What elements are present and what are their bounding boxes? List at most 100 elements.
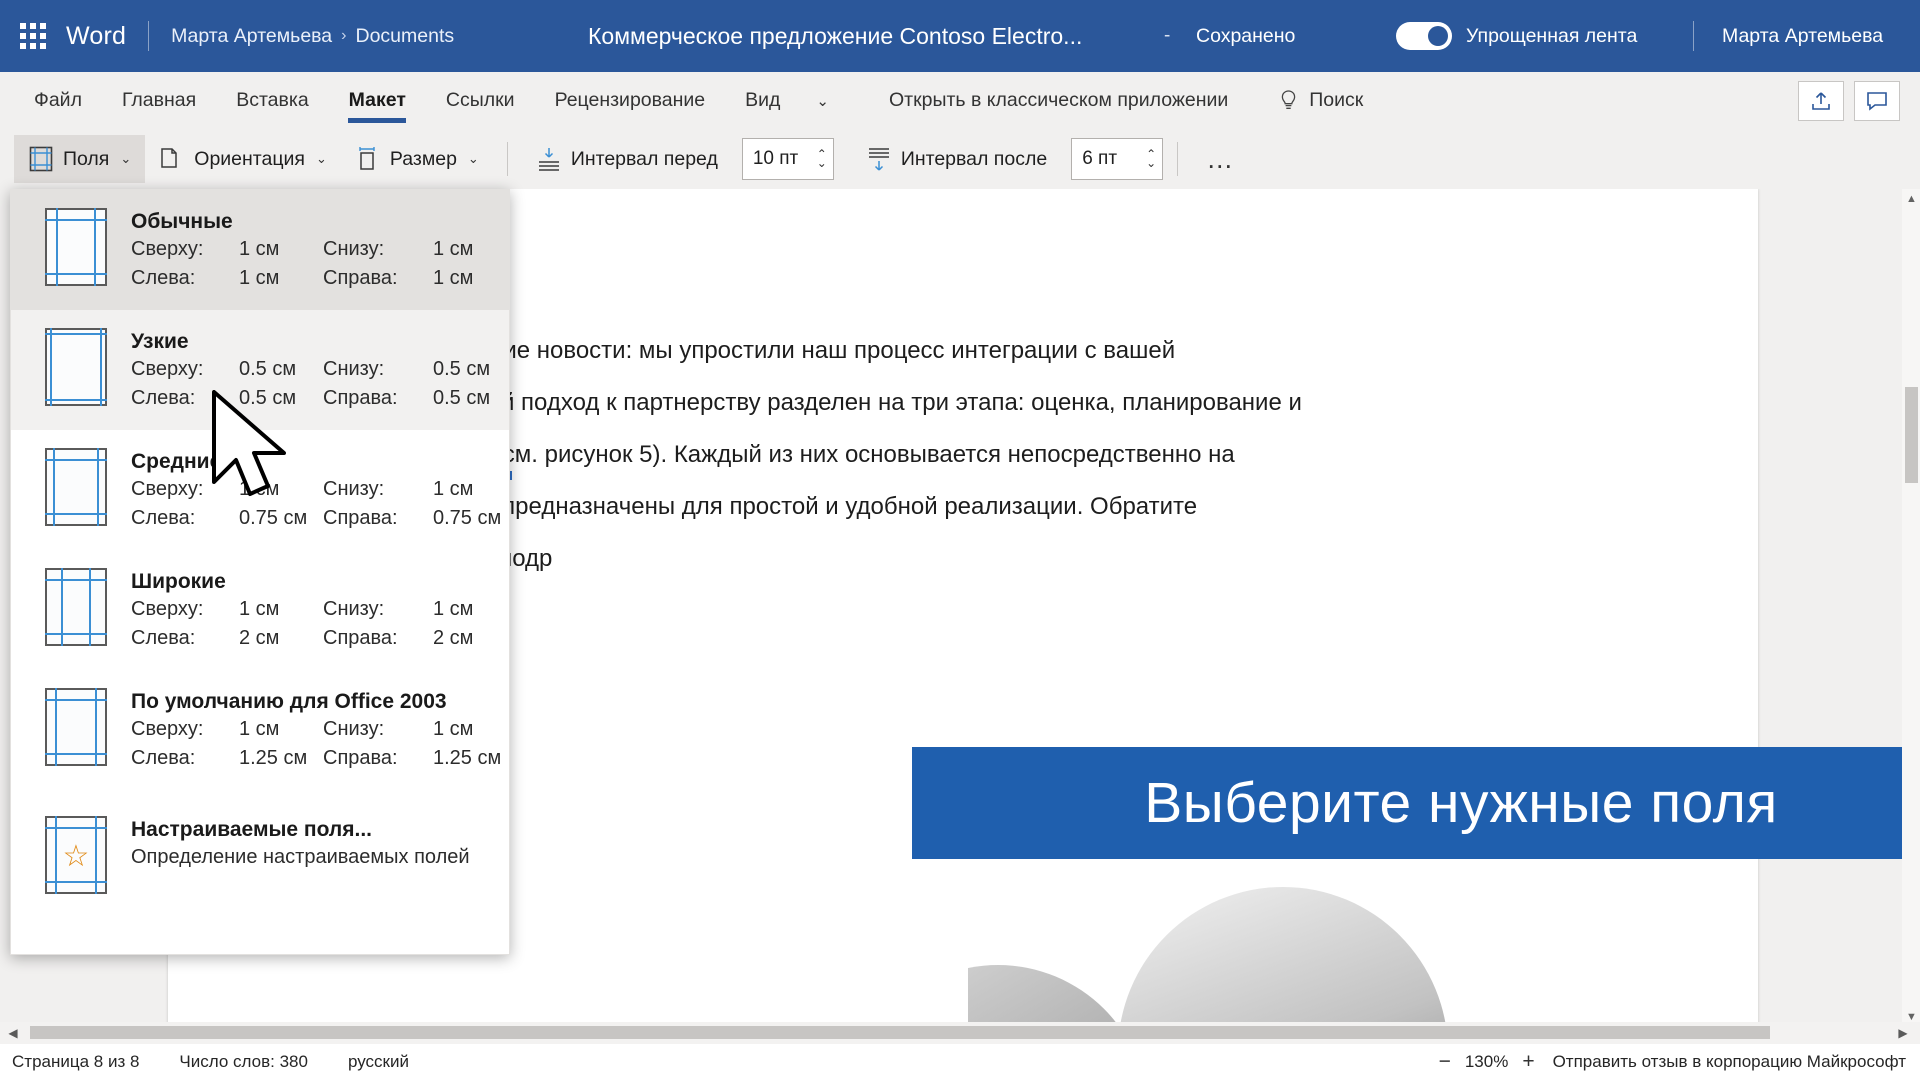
app-launcher-button[interactable] — [0, 23, 66, 49]
margin-right-value: 2 см — [433, 626, 474, 649]
breadcrumb: Марта Артемьева › Documents — [149, 25, 454, 48]
zoom-control[interactable]: − 130% + — [1439, 1050, 1535, 1074]
margin-option-normal[interactable]: Обычные Сверху: 1 см Снизу: 1 см Слева: … — [11, 190, 509, 311]
horizontal-scroll-thumb[interactable] — [30, 1026, 1770, 1039]
chevron-right-icon: › — [341, 27, 347, 44]
more-tabs-chevron-down-icon[interactable]: ⌄ — [800, 72, 845, 129]
comments-button[interactable] — [1854, 80, 1900, 121]
tab-layout[interactable]: Макет — [329, 72, 426, 129]
document-title[interactable]: Коммерческое предложение Contoso Electro… — [588, 23, 1082, 50]
tab-file[interactable]: Файл — [14, 72, 102, 129]
space-after-control[interactable]: Интервал после — [852, 135, 1061, 183]
margin-top-key: Сверху: — [131, 358, 204, 381]
margin-top-value: 1 см — [239, 598, 280, 621]
margin-bottom-key: Снизу: — [323, 358, 385, 381]
spinner-arrows-icon[interactable]: ⌃ ⌄ — [1146, 148, 1156, 169]
space-before-icon — [538, 148, 559, 171]
account-name[interactable]: Марта Артемьева — [1722, 25, 1883, 48]
vertical-scrollbar[interactable]: ▲ ▼ — [1902, 189, 1920, 1027]
margin-row-left-right: Слева: 2 см Справа: 2 см — [131, 624, 473, 652]
orientation-button[interactable]: Ориентация ⌄ — [145, 135, 341, 183]
breadcrumb-folder[interactable]: Documents — [355, 25, 454, 48]
scroll-left-arrow-icon[interactable]: ◀ — [0, 1026, 26, 1040]
app-name[interactable]: Word — [66, 22, 148, 51]
margin-top-key: Сверху: — [131, 238, 204, 261]
share-icon — [1812, 91, 1830, 110]
size-button[interactable]: Размер ⌄ — [341, 135, 493, 183]
margin-row-left-right: Слева: 1 см Справа: 1 см — [131, 264, 473, 292]
margin-option-text: Узкие Сверху: 0.5 см Снизу: 0.5 см Слева… — [131, 328, 490, 412]
margin-preview-wide-icon — [45, 568, 107, 647]
save-status[interactable]: Сохранено — [1196, 25, 1295, 48]
title-dash: - — [1164, 25, 1171, 46]
space-after-value: 6 пт — [1082, 148, 1118, 169]
zoom-level[interactable]: 130% — [1465, 1052, 1508, 1072]
zoom-out-button[interactable]: − — [1439, 1050, 1451, 1074]
margin-right-value: 0.75 см — [433, 506, 502, 529]
breadcrumb-user[interactable]: Марта Артемьева — [171, 25, 332, 48]
vertical-scroll-thumb[interactable] — [1905, 387, 1918, 483]
space-before-label: Интервал перед — [570, 147, 718, 170]
document-image — [968, 879, 1728, 1027]
scroll-right-arrow-icon[interactable]: ▶ — [1890, 1026, 1916, 1040]
margin-bottom-value: 1 см — [433, 478, 474, 501]
toolbar-divider — [506, 142, 508, 176]
space-after-spinner[interactable]: 6 пт ⌃ ⌄ — [1071, 138, 1164, 180]
margin-row-left-right: Слева: 0.75 см Справа: 0.75 см — [131, 504, 501, 532]
margin-option-name: Узкие — [131, 330, 189, 354]
spinner-arrows-icon[interactable]: ⌃ ⌄ — [817, 148, 827, 169]
send-feedback-link[interactable]: Отправить отзыв в корпорацию Майкрософт — [1553, 1052, 1906, 1072]
space-before-control[interactable]: Интервал перед — [522, 135, 732, 183]
tab-home[interactable]: Главная — [102, 72, 216, 129]
margin-left-value: 1 см — [239, 266, 280, 289]
margin-bottom-key: Снизу: — [323, 238, 385, 261]
margin-row-top-bottom: Сверху: 1 см Снизу: 1 см — [131, 235, 473, 263]
simplified-ribbon-toggle[interactable]: Упрощенная лента — [1396, 22, 1637, 50]
margins-button[interactable]: Поля ⌄ — [14, 135, 146, 183]
photo-circle-right — [1118, 887, 1448, 1027]
chevron-down-icon: ⌄ — [315, 151, 327, 166]
zoom-in-button[interactable]: + — [1522, 1050, 1534, 1074]
tab-references[interactable]: Ссылки — [426, 72, 535, 129]
margin-option-name: По умолчанию для Office 2003 — [131, 690, 447, 714]
open-in-desktop-app-button[interactable]: Открыть в классическом приложении — [867, 89, 1250, 112]
margin-preview-office2003-icon — [45, 688, 107, 767]
margin-option-custom[interactable]: ☆ Настраиваемые поля... Определение наст… — [11, 790, 509, 912]
space-before-spinner[interactable]: 10 пт ⌃ ⌄ — [741, 138, 834, 180]
comment-icon — [1867, 91, 1887, 111]
tab-view[interactable]: Вид — [725, 72, 800, 129]
margin-bottom-value: 0.5 см — [433, 358, 491, 381]
share-button[interactable] — [1798, 80, 1844, 121]
margin-right-value: 0.5 см — [433, 386, 491, 409]
margin-option-office2003[interactable]: По умолчанию для Office 2003 Сверху: 1 с… — [11, 670, 509, 790]
toggle-switch-icon[interactable] — [1396, 22, 1452, 50]
margin-option-wide[interactable]: Широкие Сверху: 1 см Снизу: 1 см Слева: … — [11, 550, 509, 670]
margin-left-key: Слева: — [131, 506, 196, 529]
orientation-icon — [161, 148, 178, 168]
status-bar: Страница 8 из 8 Число слов: 380 русский … — [0, 1044, 1920, 1080]
margin-right-value: 1 см — [433, 266, 474, 289]
margin-row-left-right: Слева: 1.25 см Справа: 1.25 см — [131, 744, 501, 772]
language-indicator[interactable]: русский — [348, 1052, 409, 1072]
tab-review[interactable]: Рецензирование — [535, 72, 726, 129]
word-count[interactable]: Число слов: 380 — [179, 1052, 308, 1072]
margin-top-key: Сверху: — [131, 718, 204, 741]
margin-left-value: 1.25 см — [239, 746, 308, 769]
margins-icon — [29, 146, 53, 172]
margin-option-text: Широкие Сверху: 1 см Снизу: 1 см Слева: … — [131, 568, 473, 652]
mouse-cursor — [212, 390, 298, 507]
margin-preview-narrow-icon — [45, 328, 107, 407]
search-box[interactable]: Поиск — [1280, 89, 1363, 112]
more-commands-button[interactable]: … — [1192, 144, 1249, 175]
lightbulb-icon — [1280, 89, 1297, 112]
chevron-down-icon: ⌄ — [467, 151, 479, 166]
margin-top-value: 1 см — [239, 718, 280, 741]
page-indicator[interactable]: Страница 8 из 8 — [12, 1052, 139, 1072]
margin-right-key: Справа: — [323, 746, 398, 769]
tab-insert[interactable]: Вставка — [216, 72, 328, 129]
margin-row-top-bottom: Сверху: 1 см Снизу: 1 см — [131, 715, 501, 743]
horizontal-scrollbar[interactable]: ◀ ▶ — [0, 1022, 1920, 1044]
scroll-up-arrow-icon[interactable]: ▲ — [1905, 193, 1918, 205]
simplified-ribbon-label: Упрощенная лента — [1466, 24, 1638, 47]
custom-margins-description: Определение настраиваемых полей — [131, 846, 470, 869]
